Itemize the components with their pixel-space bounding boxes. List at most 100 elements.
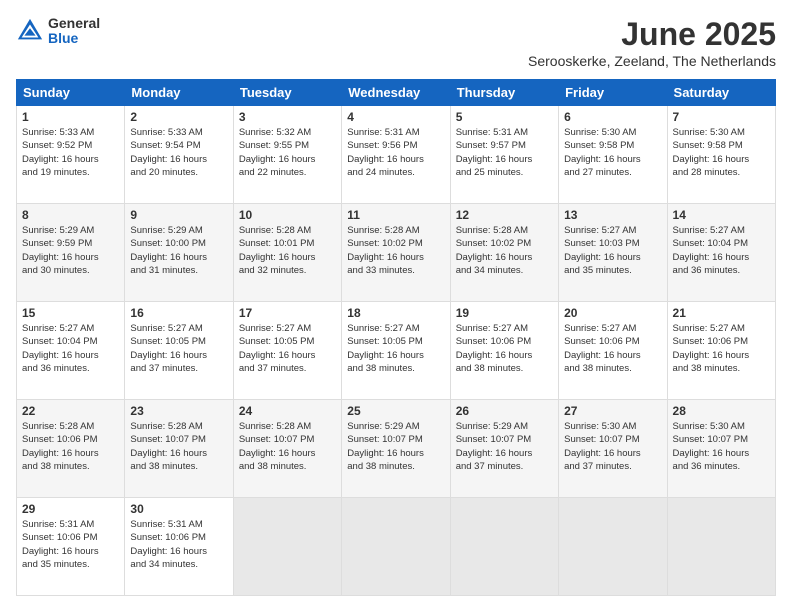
day-info: Sunrise: 5:27 AMSunset: 10:06 PMDaylight… <box>564 322 661 375</box>
day-info: Sunrise: 5:30 AMSunset: 10:07 PMDaylight… <box>673 420 770 473</box>
day-number: 8 <box>22 208 119 222</box>
day-number: 6 <box>564 110 661 124</box>
day-number: 20 <box>564 306 661 320</box>
table-row: 19Sunrise: 5:27 AMSunset: 10:06 PMDaylig… <box>450 302 558 400</box>
day-number: 28 <box>673 404 770 418</box>
day-number: 7 <box>673 110 770 124</box>
col-monday: Monday <box>125 80 233 106</box>
table-row: 30 Sunrise: 5:31 AMSunset: 10:06 PMDaylig… <box>125 498 233 596</box>
table-row: 4Sunrise: 5:31 AMSunset: 9:56 PMDaylight… <box>342 106 450 204</box>
table-row <box>667 498 775 596</box>
day-info: Sunrise: 5:29 AMSunset: 10:07 PMDaylight… <box>347 420 444 473</box>
day-info: Sunrise: 5:28 AMSunset: 10:02 PMDaylight… <box>456 224 553 277</box>
day-number: 13 <box>564 208 661 222</box>
day-number: 29 <box>22 502 119 516</box>
col-wednesday: Wednesday <box>342 80 450 106</box>
day-info: Sunrise: 5:27 AMSunset: 10:04 PMDaylight… <box>673 224 770 277</box>
day-number: 12 <box>456 208 553 222</box>
day-number: 19 <box>456 306 553 320</box>
table-row: 15 Sunrise: 5:27 AMSunset: 10:04 PMDaylig… <box>17 302 125 400</box>
day-number: 2 <box>130 110 227 124</box>
logo: General Blue <box>16 16 100 47</box>
day-info: Sunrise: 5:29 AMSunset: 10:00 PMDaylight… <box>130 224 227 277</box>
table-row <box>559 498 667 596</box>
page: General Blue June 2025 Serooskerke, Zeel… <box>0 0 792 612</box>
day-number: 21 <box>673 306 770 320</box>
day-info: Sunrise: 5:27 AMSunset: 10:03 PMDaylight… <box>564 224 661 277</box>
logo-blue: Blue <box>48 31 100 46</box>
calendar-table: Sunday Monday Tuesday Wednesday Thursday… <box>16 79 776 596</box>
day-info: Sunrise: 5:27 AMSunset: 10:06 PMDaylight… <box>673 322 770 375</box>
day-number: 22 <box>22 404 119 418</box>
day-info: Sunrise: 5:31 AMSunset: 10:06 PMDaylight… <box>130 518 227 571</box>
month-title: June 2025 <box>528 16 776 53</box>
table-row: 25 Sunrise: 5:29 AMSunset: 10:07 PMDaylig… <box>342 400 450 498</box>
day-info: Sunrise: 5:31 AMSunset: 10:06 PMDaylight… <box>22 518 119 571</box>
table-row <box>233 498 341 596</box>
day-info: Sunrise: 5:31 AMSunset: 9:56 PMDaylight:… <box>347 126 444 179</box>
day-info: Sunrise: 5:33 AMSunset: 9:54 PMDaylight:… <box>130 126 227 179</box>
day-info: Sunrise: 5:28 AMSunset: 10:01 PMDaylight… <box>239 224 336 277</box>
table-row <box>450 498 558 596</box>
table-row: 13 Sunrise: 5:27 AMSunset: 10:03 PMDaylig… <box>559 204 667 302</box>
col-friday: Friday <box>559 80 667 106</box>
day-info: Sunrise: 5:27 AMSunset: 10:05 PMDaylight… <box>239 322 336 375</box>
day-number: 23 <box>130 404 227 418</box>
day-info: Sunrise: 5:30 AMSunset: 9:58 PMDaylight:… <box>564 126 661 179</box>
day-number: 14 <box>673 208 770 222</box>
table-row: 22 Sunrise: 5:28 AMSunset: 10:06 PMDaylig… <box>17 400 125 498</box>
table-row: 14 Sunrise: 5:27 AMSunset: 10:04 PMDaylig… <box>667 204 775 302</box>
day-number: 15 <box>22 306 119 320</box>
table-row: 1 Sunrise: 5:33 AMSunset: 9:52 PMDaylight… <box>17 106 125 204</box>
calendar-row-1: 8Sunrise: 5:29 AMSunset: 9:59 PMDaylight… <box>17 204 776 302</box>
col-saturday: Saturday <box>667 80 775 106</box>
day-number: 16 <box>130 306 227 320</box>
day-info: Sunrise: 5:29 AMSunset: 10:07 PMDaylight… <box>456 420 553 473</box>
day-info: Sunrise: 5:27 AMSunset: 10:05 PMDaylight… <box>130 322 227 375</box>
title-area: June 2025 Serooskerke, Zeeland, The Neth… <box>528 16 776 69</box>
day-info: Sunrise: 5:27 AMSunset: 10:05 PMDaylight… <box>347 322 444 375</box>
table-row: 21 Sunrise: 5:27 AMSunset: 10:06 PMDaylig… <box>667 302 775 400</box>
table-row: 28 Sunrise: 5:30 AMSunset: 10:07 PMDaylig… <box>667 400 775 498</box>
table-row <box>342 498 450 596</box>
day-info: Sunrise: 5:27 AMSunset: 10:04 PMDaylight… <box>22 322 119 375</box>
logo-text: General Blue <box>48 16 100 47</box>
table-row: 27 Sunrise: 5:30 AMSunset: 10:07 PMDaylig… <box>559 400 667 498</box>
table-row: 16 Sunrise: 5:27 AMSunset: 10:05 PMDaylig… <box>125 302 233 400</box>
day-number: 10 <box>239 208 336 222</box>
day-info: Sunrise: 5:28 AMSunset: 10:02 PMDaylight… <box>347 224 444 277</box>
table-row: 10 Sunrise: 5:28 AMSunset: 10:01 PMDaylig… <box>233 204 341 302</box>
table-row: 29 Sunrise: 5:31 AMSunset: 10:06 PMDaylig… <box>17 498 125 596</box>
day-number: 18 <box>347 306 444 320</box>
col-sunday: Sunday <box>17 80 125 106</box>
day-number: 27 <box>564 404 661 418</box>
day-info: Sunrise: 5:32 AMSunset: 9:55 PMDaylight:… <box>239 126 336 179</box>
day-info: Sunrise: 5:28 AMSunset: 10:07 PMDaylight… <box>239 420 336 473</box>
day-info: Sunrise: 5:33 AMSunset: 9:52 PMDaylight:… <box>22 126 119 179</box>
calendar-row-0: 1 Sunrise: 5:33 AMSunset: 9:52 PMDaylight… <box>17 106 776 204</box>
table-row: 20 Sunrise: 5:27 AMSunset: 10:06 PMDaylig… <box>559 302 667 400</box>
table-row: 9 Sunrise: 5:29 AMSunset: 10:00 PMDayligh… <box>125 204 233 302</box>
table-row: 12 Sunrise: 5:28 AMSunset: 10:02 PMDaylig… <box>450 204 558 302</box>
table-row: 18 Sunrise: 5:27 AMSunset: 10:05 PMDaylig… <box>342 302 450 400</box>
day-number: 1 <box>22 110 119 124</box>
table-row: 26Sunrise: 5:29 AMSunset: 10:07 PMDaylig… <box>450 400 558 498</box>
day-number: 9 <box>130 208 227 222</box>
day-number: 30 <box>130 502 227 516</box>
table-row: 17 Sunrise: 5:27 AMSunset: 10:05 PMDaylig… <box>233 302 341 400</box>
day-info: Sunrise: 5:28 AMSunset: 10:06 PMDaylight… <box>22 420 119 473</box>
table-row: 24 Sunrise: 5:28 AMSunset: 10:07 PMDaylig… <box>233 400 341 498</box>
col-thursday: Thursday <box>450 80 558 106</box>
day-info: Sunrise: 5:28 AMSunset: 10:07 PMDaylight… <box>130 420 227 473</box>
day-number: 5 <box>456 110 553 124</box>
table-row: 6 Sunrise: 5:30 AMSunset: 9:58 PMDaylight… <box>559 106 667 204</box>
day-number: 24 <box>239 404 336 418</box>
day-number: 17 <box>239 306 336 320</box>
day-info: Sunrise: 5:30 AMSunset: 10:07 PMDaylight… <box>564 420 661 473</box>
day-number: 11 <box>347 208 444 222</box>
day-number: 25 <box>347 404 444 418</box>
calendar-row-4: 29 Sunrise: 5:31 AMSunset: 10:06 PMDaylig… <box>17 498 776 596</box>
table-row: 3Sunrise: 5:32 AMSunset: 9:55 PMDaylight… <box>233 106 341 204</box>
logo-icon <box>16 17 44 45</box>
calendar-row-2: 15 Sunrise: 5:27 AMSunset: 10:04 PMDaylig… <box>17 302 776 400</box>
